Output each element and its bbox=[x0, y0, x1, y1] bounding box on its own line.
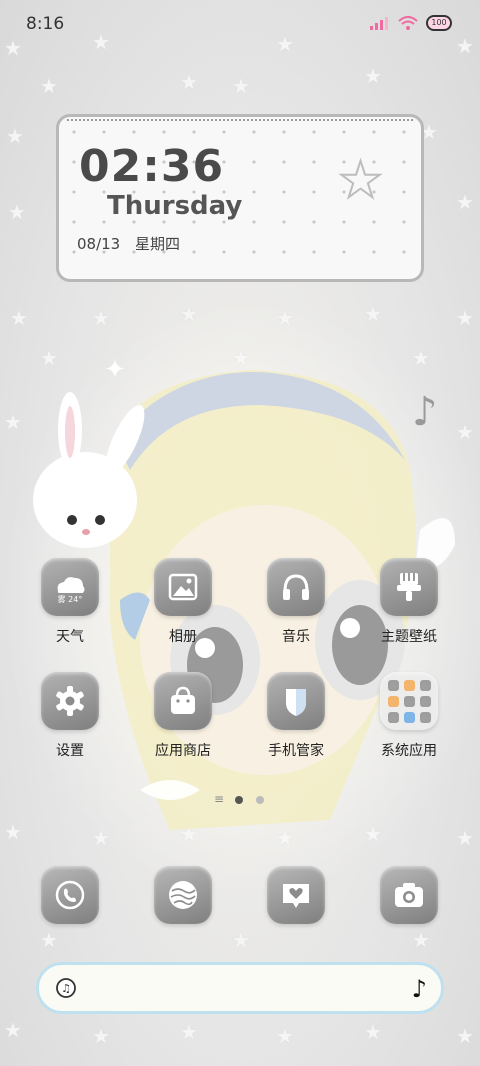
message-heart-icon bbox=[283, 884, 309, 908]
browser-app-button[interactable] bbox=[154, 866, 212, 924]
headphones-icon bbox=[267, 558, 325, 616]
wifi-icon bbox=[398, 16, 418, 30]
folder-icon bbox=[380, 672, 438, 730]
app-phone-manager[interactable]: 手机管家 bbox=[248, 672, 344, 760]
search-bar[interactable]: ♫ ♪ bbox=[36, 962, 444, 1014]
phone-icon bbox=[55, 880, 85, 910]
app-label: 系统应用 bbox=[381, 743, 437, 759]
app-label: 音乐 bbox=[282, 629, 310, 645]
app-label: 相册 bbox=[169, 629, 197, 645]
camera-icon bbox=[395, 883, 423, 907]
app-music[interactable]: 音乐 bbox=[248, 558, 344, 646]
gear-icon bbox=[41, 672, 99, 730]
app-store[interactable]: 应用商店 bbox=[135, 672, 231, 760]
music-note-icon[interactable]: ♪ bbox=[412, 975, 427, 1003]
svg-text:♪: ♪ bbox=[412, 389, 438, 435]
search-music-icon: ♫ bbox=[56, 978, 76, 998]
status-bar: 8:16 100 bbox=[0, 0, 480, 48]
menu-lines-icon: ≡ bbox=[214, 792, 225, 806]
app-label: 主题壁纸 bbox=[381, 629, 437, 645]
page-dot-active[interactable] bbox=[235, 796, 243, 804]
status-icons: 100 bbox=[370, 15, 452, 31]
paintbrush-icon bbox=[380, 558, 438, 616]
widget-clock: 02:36 bbox=[79, 141, 225, 192]
shield-icon bbox=[267, 672, 325, 730]
status-time: 8:16 bbox=[26, 14, 65, 34]
clock-widget[interactable]: 02:36 Thursday 08/13 星期四 ★ bbox=[56, 114, 424, 282]
phone-app-button[interactable] bbox=[41, 866, 99, 924]
page-dot[interactable] bbox=[256, 796, 264, 804]
widget-weekday-cn: 星期四 bbox=[135, 235, 181, 253]
camera-app-button[interactable] bbox=[380, 866, 438, 924]
battery-icon: 100 bbox=[426, 15, 452, 31]
messages-app-button[interactable] bbox=[267, 866, 325, 924]
shopping-bag-icon bbox=[154, 672, 212, 730]
widget-date: 08/13 星期四 bbox=[77, 233, 180, 254]
app-themes[interactable]: 主题壁纸 bbox=[361, 558, 457, 646]
signal-icon bbox=[370, 17, 388, 30]
app-label: 应用商店 bbox=[155, 743, 211, 759]
widget-date-numeric: 08/13 bbox=[77, 235, 121, 253]
svg-text:♫: ♫ bbox=[61, 982, 71, 995]
app-settings[interactable]: 设置 bbox=[22, 672, 118, 760]
app-weather[interactable]: 雾 24° 天气 bbox=[22, 558, 118, 646]
app-gallery[interactable]: 相册 bbox=[135, 558, 231, 646]
star-icon: ★ bbox=[337, 150, 384, 210]
weather-icon: 雾 24° bbox=[41, 558, 99, 616]
browser-globe-icon bbox=[169, 881, 197, 909]
app-label: 设置 bbox=[56, 743, 84, 759]
svg-text:✦: ✦ bbox=[104, 355, 126, 385]
widget-lace-border bbox=[67, 119, 413, 125]
app-label: 手机管家 bbox=[268, 743, 324, 759]
widget-weekday: Thursday bbox=[107, 191, 243, 221]
folder-system-apps[interactable]: 系统应用 bbox=[361, 672, 457, 760]
app-label: 天气 bbox=[56, 629, 84, 645]
weather-badge: 雾 24° bbox=[58, 595, 83, 604]
page-indicator[interactable]: ≡ bbox=[210, 792, 270, 808]
gallery-icon bbox=[154, 558, 212, 616]
